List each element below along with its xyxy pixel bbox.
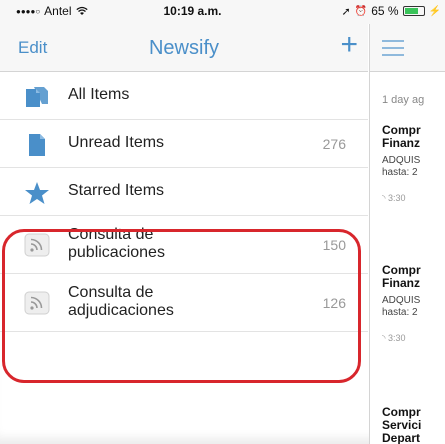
article-meta: ◝ 3:30 bbox=[382, 333, 421, 344]
status-bar: ●●●●○ Antel 10:19 a.m. ➚ ⏰ 65 % ⚡ bbox=[0, 0, 445, 24]
rss-icon bbox=[24, 233, 50, 257]
alarm-icon: ⏰ bbox=[354, 5, 368, 17]
star-icon bbox=[25, 182, 49, 204]
status-right: ➚ ⏰ 65 % ⚡ bbox=[342, 4, 441, 18]
feed-label: All Items bbox=[68, 86, 130, 103]
article-date: 1 day ag bbox=[382, 94, 425, 106]
article-item[interactable]: Compr Finanz ADQUIS hasta: 2 ◝ 3:30 bbox=[382, 124, 421, 204]
menu-icon[interactable] bbox=[382, 40, 404, 56]
app-window: ●●●●○ Antel 10:19 a.m. ➚ ⏰ 65 % ⚡ Edit N… bbox=[0, 0, 445, 444]
feed-row-starred-items[interactable]: Starred Items bbox=[0, 168, 368, 216]
article-time: 3:30 bbox=[388, 333, 406, 343]
article-snippet-line1: ADQUIS bbox=[382, 155, 421, 166]
battery-icon bbox=[402, 6, 425, 16]
article-meta: ◝ 3:30 bbox=[382, 193, 421, 204]
battery-percent: 65 % bbox=[371, 4, 399, 18]
nav-bar: Edit Newsify + bbox=[0, 24, 368, 72]
feed-row-all-items[interactable]: All Items bbox=[0, 72, 368, 120]
location-icon: ➚ bbox=[341, 5, 351, 18]
article-title-line2: Finanz bbox=[382, 136, 420, 150]
feed-label: Starred Items bbox=[68, 182, 165, 199]
feed-label-line1: Consulta de bbox=[68, 284, 154, 301]
article-snippet-line2: hasta: 2 bbox=[382, 307, 418, 318]
feed-label-line2: adjudicaciones bbox=[68, 302, 174, 319]
feed-list: All Items Unread Items 276 Starred Items bbox=[0, 72, 368, 332]
article-title-line3: Depart bbox=[382, 431, 421, 444]
article-time: 3:30 bbox=[388, 193, 406, 203]
feed-label: Unread Items bbox=[68, 134, 165, 151]
feed-row-unread-items[interactable]: Unread Items 276 bbox=[0, 120, 368, 168]
feed-label: Consulta de publicaciones bbox=[68, 226, 165, 262]
documents-icon bbox=[26, 87, 48, 107]
article-snippet-line2: hasta: 2 bbox=[382, 167, 418, 178]
unread-count: 276 bbox=[322, 136, 346, 152]
add-feed-button[interactable]: + bbox=[340, 30, 358, 60]
article-snippet-line1: ADQUIS bbox=[382, 295, 421, 306]
article-item[interactable]: Compr Finanz ADQUIS hasta: 2 ◝ 3:30 bbox=[382, 264, 421, 344]
rss-icon bbox=[24, 291, 50, 315]
feed-label: Consulta de adjudicaciones bbox=[68, 284, 174, 320]
article-item[interactable]: Compr Servici Depart bbox=[382, 406, 421, 444]
feed-label-line2: publicaciones bbox=[68, 244, 165, 261]
charging-icon: ⚡ bbox=[428, 5, 441, 17]
article-pane-nav bbox=[370, 24, 445, 72]
unread-count: 126 bbox=[322, 295, 346, 311]
feed-row-consulta-adjudicaciones[interactable]: Consulta de adjudicaciones 126 bbox=[0, 274, 368, 332]
page-title: Newsify bbox=[148, 37, 219, 59]
document-icon bbox=[29, 134, 45, 156]
article-pane: 1 day ag Compr Finanz ADQUIS hasta: 2 ◝ … bbox=[369, 24, 445, 444]
feed-label-line1: Consulta de bbox=[68, 226, 154, 243]
feed-row-consulta-publicaciones[interactable]: Consulta de publicaciones 150 bbox=[0, 216, 368, 274]
article-title-line2: Finanz bbox=[382, 276, 420, 290]
unread-count: 150 bbox=[322, 237, 346, 253]
